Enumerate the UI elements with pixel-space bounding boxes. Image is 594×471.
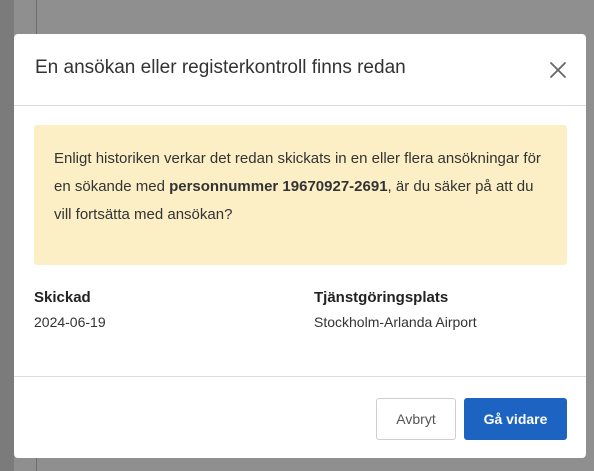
background-sidebar	[0, 0, 14, 471]
sent-label: Skickad	[34, 289, 91, 306]
continue-button[interactable]: Gå vidare	[464, 398, 567, 440]
warning-personal-number: personnummer 19670927-2691	[169, 178, 388, 195]
warning-message: Enligt historiken verkar det redan skick…	[54, 145, 547, 229]
workplace-value: Stockholm-Arlanda Airport	[314, 314, 477, 330]
close-icon	[550, 62, 566, 78]
warning-alert: Enligt historiken verkar det redan skick…	[34, 125, 567, 265]
workplace-info: Tjänstgöringsplats Stockholm-Arlanda Air…	[314, 289, 477, 330]
workplace-label: Tjänstgöringsplats	[314, 289, 449, 306]
sent-date: 2024-06-19	[34, 314, 106, 330]
confirmation-dialog: En ansökan eller registerkontroll finns …	[14, 34, 586, 458]
dialog-title: En ansökan eller registerkontroll finns …	[35, 57, 406, 78]
cancel-button[interactable]: Avbryt	[376, 398, 456, 440]
dialog-footer: Avbryt Gå vidare	[14, 376, 586, 458]
close-button[interactable]	[544, 56, 572, 84]
dialog-header: En ansökan eller registerkontroll finns …	[14, 34, 586, 106]
sent-info: Skickad 2024-06-19	[34, 289, 106, 330]
